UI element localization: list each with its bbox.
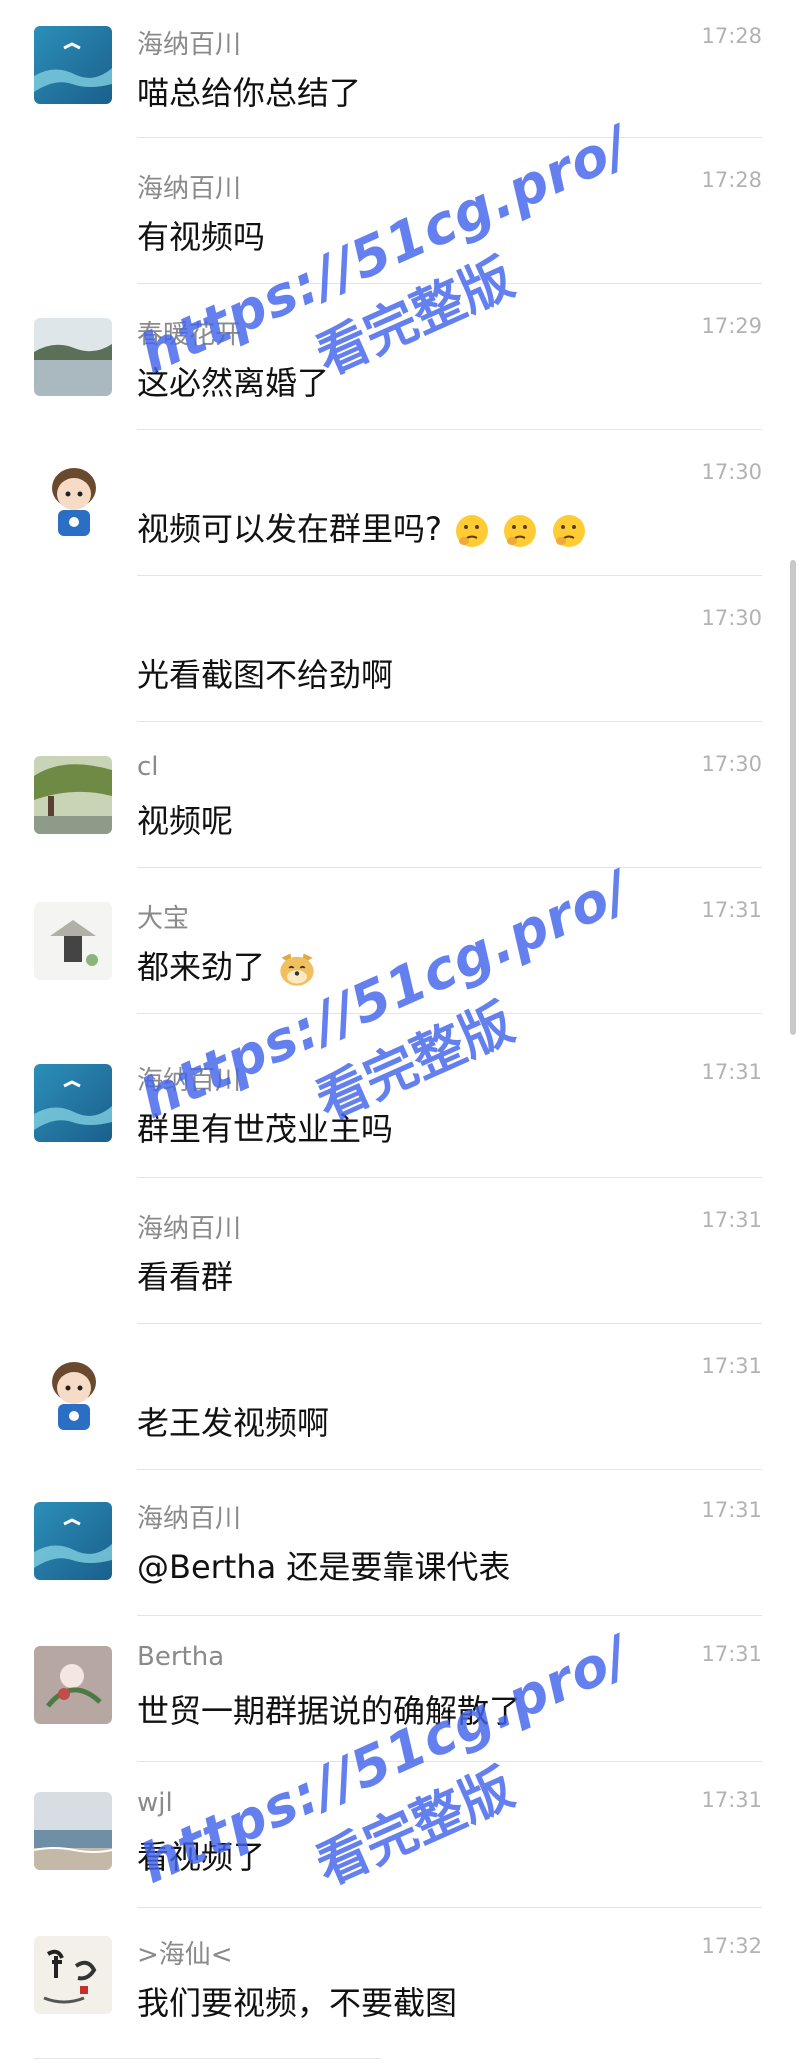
message-time: 17:31 [701, 1354, 762, 1378]
flower-avatar[interactable] [34, 1646, 112, 1724]
message-text[interactable]: 视频呢 [137, 796, 233, 842]
message-text[interactable]: 世贸一期群据说的确解散了 [137, 1686, 521, 1732]
sea-avatar[interactable] [34, 1792, 112, 1870]
doge-icon [280, 953, 314, 986]
message-text-content: 都来劲了 [137, 948, 266, 986]
message-time: 17:32 [701, 1934, 762, 1958]
sender-name: >海仙< [137, 1940, 233, 1970]
message-text-content: 视频可以发在群里吗? [137, 510, 442, 548]
scrollbar-thumb[interactable] [790, 560, 796, 1035]
ocean-avatar[interactable] [34, 1064, 112, 1142]
sender-name: wjl [137, 1788, 173, 1818]
ocean-avatar[interactable] [34, 1502, 112, 1580]
sender-name: 海纳百川 [137, 1066, 242, 1096]
message-row: 海纳百川 17:28 有视频吗 [0, 138, 800, 284]
message-row: >海仙< 17:32 我们要视频，不要截图 [0, 1908, 800, 2072]
message-row: 大宝 17:31 都来劲了 [0, 868, 800, 1014]
message-time: 17:30 [701, 752, 762, 776]
message-text[interactable]: 群里有世茂业主吗 [137, 1104, 393, 1150]
message-time: 17:31 [701, 1060, 762, 1084]
message-row: 海纳百川 17:31 看看群 [0, 1178, 800, 1324]
lake-avatar[interactable] [34, 318, 112, 396]
hat-sketch-avatar[interactable] [34, 902, 112, 980]
thinking-face-icon [456, 515, 489, 547]
message-text[interactable]: 有视频吗 [137, 212, 265, 258]
message-row: 17:30 光看截图不给劲啊 [0, 576, 800, 722]
message-text[interactable]: 视频可以发在群里吗? [137, 504, 587, 550]
message-text[interactable]: 喵总给你总结了 [137, 68, 361, 114]
message-row: 17:30 视频可以发在群里吗? [0, 430, 800, 576]
sender-name: 海纳百川 [137, 1214, 242, 1244]
sender-name: 海纳百川 [137, 1504, 242, 1534]
thinking-face-icon [504, 515, 537, 547]
message-time: 17:29 [701, 314, 762, 338]
message-text[interactable]: 这必然离婚了 [137, 358, 329, 404]
message-time: 17:28 [701, 168, 762, 192]
message-time: 17:30 [701, 606, 762, 630]
message-row: 17:31 老王发视频啊 [0, 1324, 800, 1470]
message-text[interactable]: 看视频了 [137, 1832, 265, 1878]
ocean-avatar[interactable] [34, 26, 112, 104]
message-time: 17:31 [701, 1208, 762, 1232]
message-text[interactable]: 都来劲了 [137, 942, 317, 989]
divider [34, 2058, 380, 2059]
message-row: cl 17:30 视频呢 [0, 722, 800, 868]
sender-name: 春暖花开 [137, 320, 242, 350]
message-time: 17:28 [701, 24, 762, 48]
message-text[interactable]: 看看群 [137, 1252, 233, 1298]
message-time: 17:31 [701, 898, 762, 922]
message-row: 海纳百川 17:28 喵总给你总结了 [0, 0, 800, 138]
sender-name: 海纳百川 [137, 174, 242, 204]
calligraphy-avatar[interactable] [34, 1936, 112, 2014]
message-row: Bertha 17:31 世贸一期群据说的确解散了 [0, 1616, 800, 1762]
sender-name: 大宝 [137, 904, 190, 934]
cartoon-boy-avatar[interactable] [34, 460, 112, 538]
message-row: 春暖花开 17:29 这必然离婚了 [0, 284, 800, 430]
thinking-face-icon [552, 515, 585, 547]
message-text[interactable]: 光看截图不给劲啊 [137, 650, 393, 696]
message-text[interactable]: 老王发视频啊 [137, 1398, 329, 1444]
garden-avatar[interactable] [34, 756, 112, 834]
cartoon-boy-avatar[interactable] [34, 1354, 112, 1432]
message-text[interactable]: 我们要视频，不要截图 [137, 1978, 457, 2024]
sender-name: Bertha [137, 1642, 225, 1672]
message-time: 17:31 [701, 1642, 762, 1666]
message-time: 17:31 [701, 1788, 762, 1812]
sender-name: 海纳百川 [137, 30, 242, 60]
message-row: wjl 17:31 看视频了 [0, 1762, 800, 1908]
message-row: 海纳百川 17:31 群里有世茂业主吗 [0, 1014, 800, 1178]
message-time: 17:30 [701, 460, 762, 484]
message-text[interactable]: @Bertha 还是要靠课代表 [137, 1542, 510, 1588]
message-time: 17:31 [701, 1498, 762, 1522]
message-row: 海纳百川 17:31 @Bertha 还是要靠课代表 [0, 1470, 800, 1616]
sender-name: cl [137, 752, 159, 782]
